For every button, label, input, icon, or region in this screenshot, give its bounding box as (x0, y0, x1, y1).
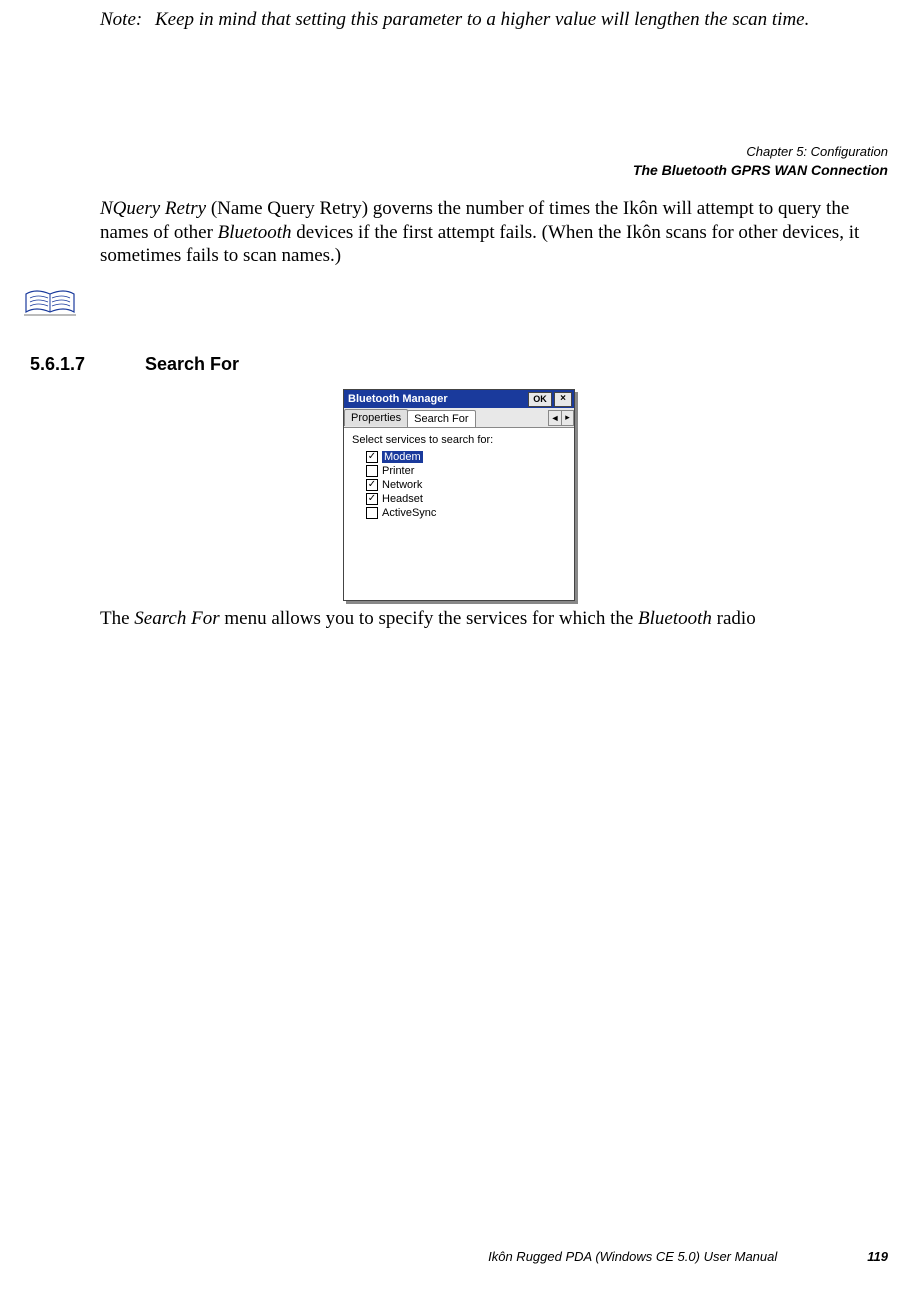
window-title: Bluetooth Manager (346, 393, 526, 405)
checkbox-headset[interactable] (366, 493, 378, 505)
term-bluetooth-2: Bluetooth (638, 608, 712, 629)
cap-mid: menu allows you to specify the services … (220, 608, 638, 629)
tabstrip: Properties Search For ◄ ▸ (344, 408, 574, 428)
titlebar: Bluetooth Manager OK × (344, 390, 574, 408)
close-button[interactable]: × (554, 392, 572, 407)
cap-post: radio (712, 608, 756, 629)
screenshot-caption: The Search For menu allows you to specif… (100, 607, 888, 631)
page-footer: Ikôn Rugged PDA (Windows CE 5.0) User Ma… (488, 1249, 888, 1264)
term-search-for: Search For (134, 608, 219, 629)
chapter-label: Chapter 5: Configuration (30, 144, 888, 161)
ok-button[interactable]: OK (528, 392, 552, 407)
list-item[interactable]: Headset (352, 492, 566, 506)
window-body: Select services to search for: Modem Pri… (344, 428, 574, 600)
note-label: Note: (100, 8, 155, 32)
list-item[interactable]: Network (352, 478, 566, 492)
page-header: Chapter 5: Configuration The Bluetooth G… (30, 144, 888, 179)
tab-scroll: ◄ ▸ (548, 410, 574, 426)
checkbox-printer[interactable] (366, 465, 378, 477)
tab-scroll-left[interactable]: ◄ (549, 411, 561, 425)
page-number: 119 (867, 1249, 888, 1264)
paragraph-nquery: NQuery Retry (Name Query Retry) governs … (100, 197, 888, 268)
checkbox-network[interactable] (366, 479, 378, 491)
label-printer: Printer (382, 465, 414, 477)
list-item[interactable]: ActiveSync (352, 506, 566, 520)
tab-scroll-right[interactable]: ▸ (561, 411, 573, 425)
checkbox-activesync[interactable] (366, 507, 378, 519)
label-network: Network (382, 479, 422, 491)
term-bluetooth: Bluetooth (218, 222, 292, 243)
cap-pre: The (100, 608, 134, 629)
label-headset: Headset (382, 493, 423, 505)
footer-title: Ikôn Rugged PDA (Windows CE 5.0) User Ma… (488, 1249, 777, 1264)
term-nquery-retry: NQuery Retry (100, 198, 206, 219)
tab-properties[interactable]: Properties (344, 409, 408, 426)
book-icon (22, 284, 888, 326)
section-title: Search For (145, 354, 239, 375)
note-text: Keep in mind that setting this parameter… (155, 8, 809, 32)
label-modem: Modem (382, 451, 423, 463)
bluetooth-manager-window: Bluetooth Manager OK × Properties Search… (343, 389, 575, 601)
checkbox-modem[interactable] (366, 451, 378, 463)
section-number: 5.6.1.7 (30, 354, 145, 375)
section-label: The Bluetooth GPRS WAN Connection (30, 161, 888, 179)
section-heading: 5.6.1.7 Search For (30, 354, 888, 375)
list-item[interactable]: Printer (352, 464, 566, 478)
note-block: Note: Keep in mind that setting this par… (100, 8, 888, 32)
label-activesync: ActiveSync (382, 507, 436, 519)
list-item[interactable]: Modem (352, 450, 566, 464)
tab-search-for[interactable]: Search For (407, 410, 475, 427)
body-label: Select services to search for: (352, 434, 566, 446)
